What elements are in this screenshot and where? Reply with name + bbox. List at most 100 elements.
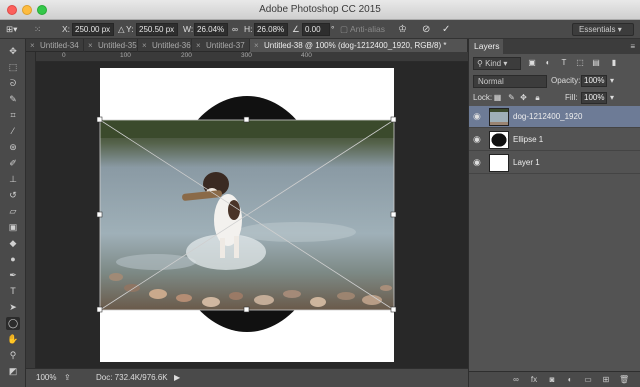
panel-menu-icon[interactable]: ≡ xyxy=(630,42,635,51)
layer-name: Layer 1 xyxy=(513,158,540,167)
panel-tab-bar: Layers ≡ xyxy=(469,39,640,54)
tab-layers[interactable]: Layers xyxy=(469,39,503,54)
eyedropper-tool-icon[interactable]: ⁄ xyxy=(6,125,20,138)
document-canvas[interactable] xyxy=(36,62,468,368)
tab-untitled-34[interactable]: × Untitled-34 xyxy=(26,39,84,52)
blend-mode-select[interactable]: Normal xyxy=(473,75,547,88)
angle-field[interactable]: 0.00 xyxy=(302,23,330,36)
gradient-tool-icon[interactable]: ▣ xyxy=(6,221,20,234)
tab-untitled-36[interactable]: × Untitled-36 xyxy=(138,39,192,52)
y-field[interactable]: 250.50 px xyxy=(136,23,178,36)
zoom-level[interactable]: 100% xyxy=(36,373,56,382)
ellipse-tool-icon[interactable]: ◯ xyxy=(6,317,20,330)
new-layer-icon[interactable]: ⊞ xyxy=(601,375,611,385)
marquee-tool-icon[interactable]: ⬚ xyxy=(6,61,20,74)
tab-close-icon[interactable]: × xyxy=(142,39,147,52)
lock-label: Lock: xyxy=(473,93,493,102)
tab-close-icon[interactable]: × xyxy=(88,39,93,52)
export-icon[interactable]: ⇪ xyxy=(64,373,71,382)
opacity-label: Opacity: xyxy=(551,76,581,85)
x-field[interactable]: 250.00 px xyxy=(72,23,114,36)
layers-panel: Layers ≡ ⚲ Kind ▾ ▣ ◐ T ⬚ ▤ ▮ Normal Opa… xyxy=(468,39,640,387)
healing-brush-tool-icon[interactable]: ⊛ xyxy=(6,141,20,154)
reference-point-icon[interactable]: ⁙ xyxy=(34,23,41,36)
new-group-icon[interactable]: ▭ xyxy=(583,375,593,385)
lock-row: Lock: ▦ ✎ ✥ 🔒︎ Fill: 100% ▾ xyxy=(469,91,640,105)
canvas-area[interactable] xyxy=(36,62,468,368)
fx-icon[interactable]: fx xyxy=(529,375,539,385)
delta-icon[interactable]: △ xyxy=(118,23,125,36)
tab-untitled-37[interactable]: × Untitled-37 xyxy=(192,39,250,52)
tab-close-icon[interactable]: × xyxy=(254,39,259,52)
layers-panel-footer: ∞ fx ◙ ◐ ▭ ⊞ 🗑︎ xyxy=(469,371,640,387)
status-menu-arrow-icon[interactable]: ▶ xyxy=(174,373,180,382)
ruler-number: 0 xyxy=(62,52,66,59)
fill-dropdown-icon[interactable]: ▾ xyxy=(610,93,614,102)
width-field[interactable]: 26.04% xyxy=(194,23,228,36)
kind-filter-select[interactable]: ⚲ Kind ▾ xyxy=(473,57,521,70)
layer-dog[interactable]: ◉ dog-1212400_1920 xyxy=(469,106,640,128)
transform-tool-icon[interactable]: ⊞▾ xyxy=(6,23,17,36)
height-field[interactable]: 26.08% xyxy=(254,23,288,36)
pixel-filter-icon[interactable]: ▣ xyxy=(527,58,537,68)
crop-tool-icon[interactable]: ⌗ xyxy=(6,109,20,122)
layer-name: Ellipse 1 xyxy=(513,135,544,144)
dodge-tool-icon[interactable]: ● xyxy=(6,253,20,266)
window-title: Adobe Photoshop CC 2015 xyxy=(259,4,381,15)
ruler-number: 400 xyxy=(301,52,312,59)
tab-label: Untitled-35 xyxy=(98,41,137,50)
link-layers-icon[interactable]: ∞ xyxy=(511,375,521,385)
layer-ellipse[interactable]: ◉ Ellipse 1 xyxy=(469,129,640,151)
fill-label: Fill: xyxy=(565,93,578,102)
color-swatches-icon[interactable]: ◩ xyxy=(6,365,20,378)
zoom-tool-icon[interactable]: ⚲ xyxy=(6,349,20,362)
antialias-checkbox[interactable]: ▢ xyxy=(340,23,348,36)
move-tool-icon[interactable]: ✥ xyxy=(6,45,20,58)
adjustment-filter-icon[interactable]: ◐ xyxy=(543,58,553,68)
lock-position-icon[interactable]: ✥ xyxy=(519,93,528,102)
lock-all-icon[interactable]: 🔒︎ xyxy=(533,93,542,102)
blur-tool-icon[interactable]: ◆ xyxy=(6,237,20,250)
opacity-field[interactable]: 100% xyxy=(581,75,607,87)
visibility-eye-icon[interactable]: ◉ xyxy=(473,111,485,121)
warp-icon[interactable]: ♔ xyxy=(398,23,407,36)
vertical-ruler[interactable] xyxy=(26,52,36,368)
antialias-label: Anti-alias xyxy=(350,24,385,34)
type-filter-icon[interactable]: T xyxy=(559,58,569,68)
lock-pixels-icon[interactable]: ✎ xyxy=(507,93,516,102)
tab-untitled-35[interactable]: × Untitled-35 xyxy=(84,39,138,52)
layer-name: dog-1212400_1920 xyxy=(513,112,583,121)
tab-close-icon[interactable]: × xyxy=(196,39,201,52)
path-select-tool-icon[interactable]: ➤ xyxy=(6,301,20,314)
workspace-select[interactable]: Essentials ▾ xyxy=(572,23,634,36)
filter-toggle-icon[interactable]: ▮ xyxy=(609,58,619,68)
add-mask-icon[interactable]: ◙ xyxy=(547,375,557,385)
stamp-tool-icon[interactable]: ⊥ xyxy=(6,173,20,186)
quick-select-tool-icon[interactable]: ✎ xyxy=(6,93,20,106)
link-icon[interactable]: ∞ xyxy=(232,23,238,36)
horizontal-ruler[interactable]: 0 100 200 300 400 xyxy=(36,52,468,62)
adjustment-layer-icon[interactable]: ◐ xyxy=(565,375,575,385)
opacity-dropdown-icon[interactable]: ▾ xyxy=(610,76,614,85)
commit-transform-icon[interactable]: ✓ xyxy=(442,23,450,36)
shape-filter-icon[interactable]: ⬚ xyxy=(575,58,585,68)
lock-transparency-icon[interactable]: ▦ xyxy=(493,93,502,102)
hand-tool-icon[interactable]: ✋ xyxy=(6,333,20,346)
document-tabs: × Untitled-34 × Untitled-35 × Untitled-36 ×… xyxy=(26,39,468,52)
tab-untitled-38[interactable]: × Untitled-38 @ 100% (dog-1212400_1920, R… xyxy=(250,39,468,52)
eraser-tool-icon[interactable]: ▱ xyxy=(6,205,20,218)
delete-layer-icon[interactable]: 🗑︎ xyxy=(619,375,629,385)
history-brush-tool-icon[interactable]: ↺ xyxy=(6,189,20,202)
visibility-eye-icon[interactable]: ◉ xyxy=(473,134,485,144)
type-tool-icon[interactable]: T xyxy=(6,285,20,298)
fill-field[interactable]: 100% xyxy=(581,92,607,104)
smart-object-filter-icon[interactable]: ▤ xyxy=(591,58,601,68)
lasso-tool-icon[interactable]: ᘐ xyxy=(6,77,20,90)
pen-tool-icon[interactable]: ✒ xyxy=(6,269,20,282)
angle-icon: ∠ xyxy=(292,24,300,34)
layer-background[interactable]: ◉ Layer 1 xyxy=(469,152,640,174)
brush-tool-icon[interactable]: ✐ xyxy=(6,157,20,170)
visibility-eye-icon[interactable]: ◉ xyxy=(473,157,485,167)
cancel-transform-icon[interactable]: ⊘ xyxy=(422,23,430,36)
tab-close-icon[interactable]: × xyxy=(30,39,35,52)
